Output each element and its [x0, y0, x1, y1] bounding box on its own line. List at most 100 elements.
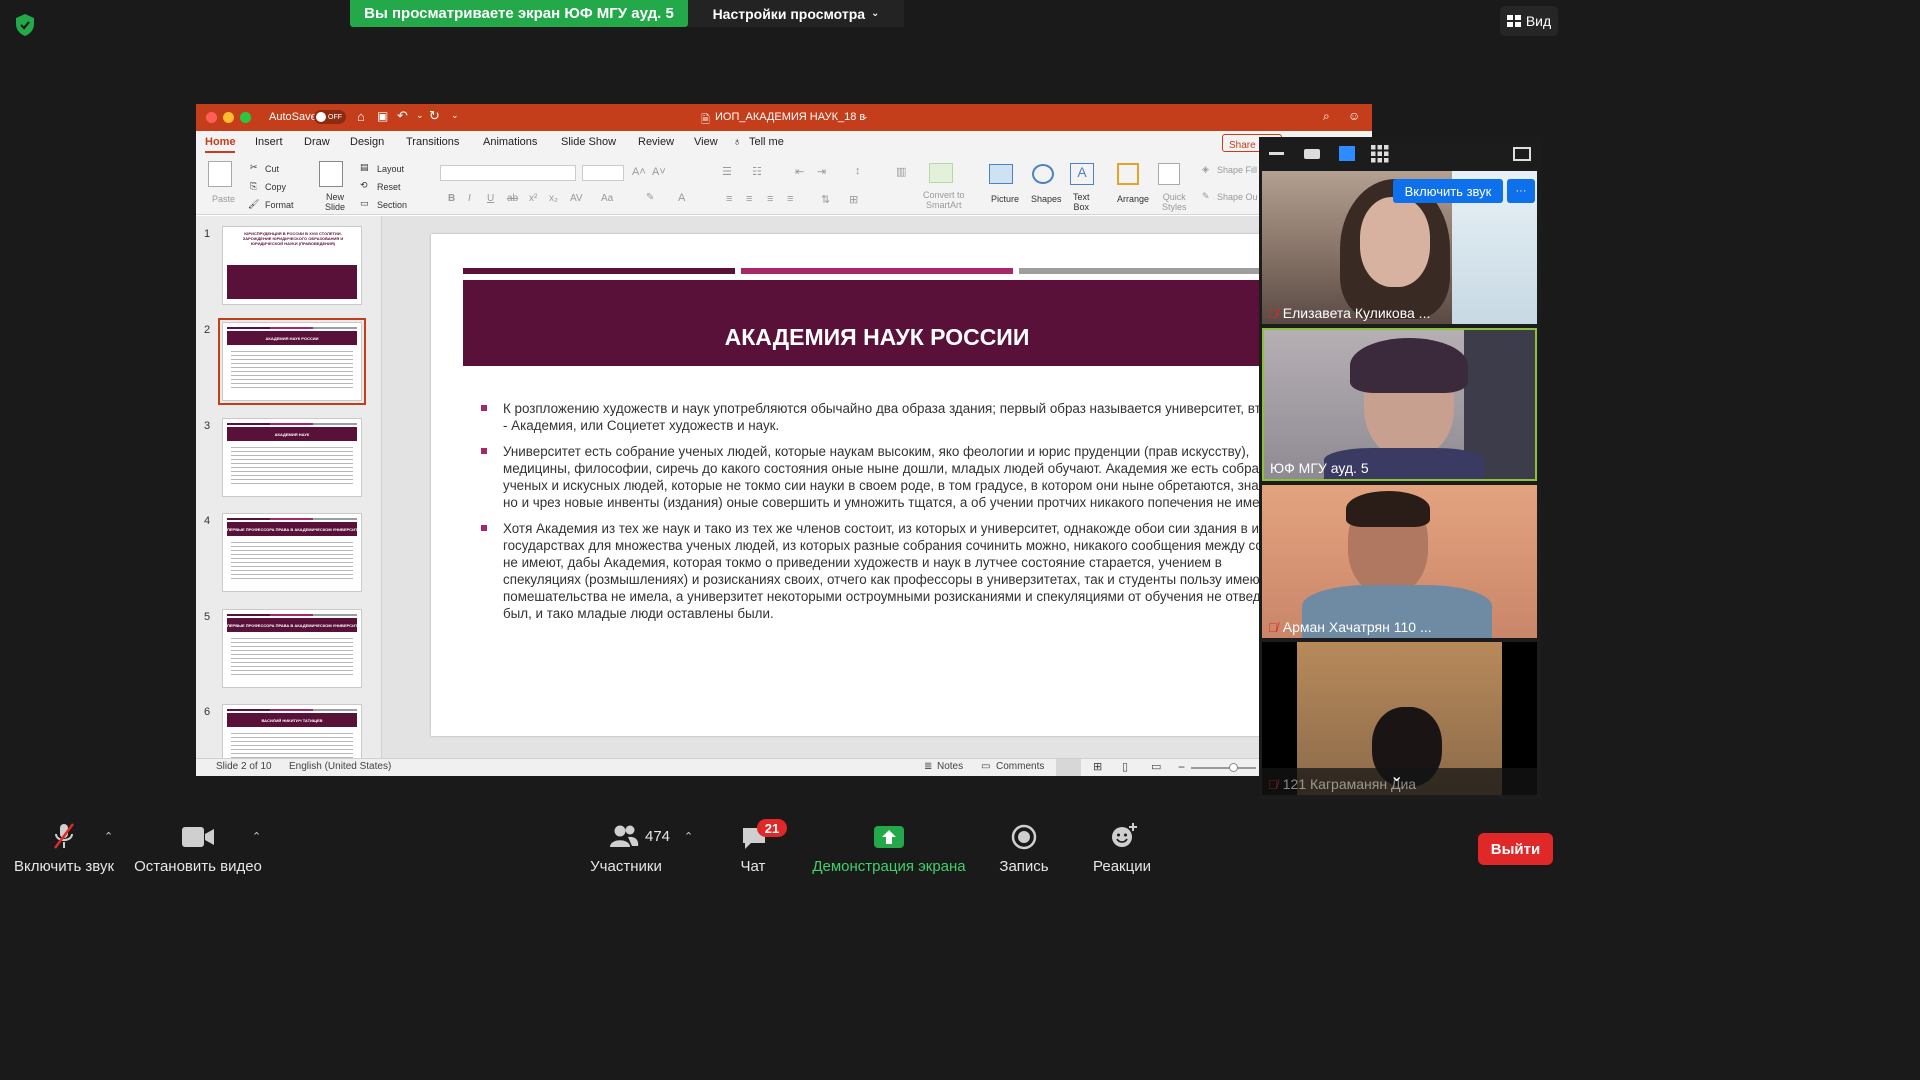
decrease-font-icon[interactable]: A˅ — [652, 166, 666, 178]
decrease-indent-icon[interactable]: ⇤ — [795, 165, 804, 178]
shapes-icon[interactable] — [1032, 164, 1054, 184]
tell-me-field[interactable]: Tell me — [749, 136, 784, 148]
font-name-field[interactable] — [440, 165, 576, 181]
char-spacing-icon[interactable]: AV — [570, 193, 583, 204]
paste-icon[interactable] — [208, 161, 232, 187]
increase-indent-icon[interactable]: ⇥ — [817, 165, 826, 178]
video-tile[interactable]: Включить звук ··· 🎙̸ Елизавета Куликова … — [1262, 171, 1537, 324]
audio-options-chevron-icon[interactable]: ⌃ — [104, 830, 113, 843]
normal-view-icon[interactable] — [1056, 759, 1081, 776]
tab-view[interactable]: View — [694, 136, 718, 148]
picture-icon[interactable] — [989, 164, 1013, 184]
account-icon[interactable]: ☺ — [1348, 109, 1360, 123]
slide-thumbnail[interactable]: ЮРИСПРУДЕНЦИЯ В РОССИИ В XVIII СТОЛЕТИИ.… — [222, 226, 362, 305]
format-painter-button[interactable]: Format — [265, 200, 294, 210]
video-tile-active-speaker[interactable]: ЮФ МГУ ауд. 5 — [1262, 328, 1537, 481]
video-options-chevron-icon[interactable]: ⌃ — [252, 830, 261, 843]
speaker-view-icon[interactable] — [1304, 149, 1320, 159]
close-window-icon[interactable] — [206, 112, 217, 123]
superscript-icon[interactable]: x² — [529, 193, 537, 204]
video-tile[interactable]: 🎙̸ 121 Каграманян Диа ⌄ — [1262, 642, 1537, 795]
reset-button[interactable]: Reset — [377, 182, 401, 192]
view-button[interactable]: Вид — [1500, 6, 1558, 36]
tab-slide-show[interactable]: Slide Show — [561, 136, 616, 148]
convert-smartart-button[interactable]: Convert to SmartArt — [923, 190, 965, 210]
layout-button[interactable]: Layout — [377, 164, 404, 174]
title-chevron-icon[interactable]: ⌄ — [861, 111, 869, 122]
bold-icon[interactable]: B — [448, 193, 455, 204]
tab-home[interactable]: Home — [205, 136, 236, 148]
slide-thumbnail-pane[interactable]: 1 ЮРИСПРУДЕНЦИЯ В РОССИИ В XVIII СТОЛЕТИИ… — [196, 216, 382, 776]
minimize-window-icon[interactable] — [223, 112, 234, 123]
slide-thumbnail[interactable]: ПЕРВЫЕ ПРОФЕССОРА ПРАВА В АКАДЕМИЧЕСКОМ … — [222, 609, 362, 688]
video-tile[interactable]: 🎙̸ Арман Хачатрян 110 ... — [1262, 485, 1537, 638]
gallery-view-icon[interactable] — [1371, 145, 1389, 163]
strikethrough-icon[interactable]: ab — [507, 193, 518, 204]
font-color-icon[interactable]: A — [678, 192, 685, 204]
comments-button[interactable]: Comments — [996, 761, 1044, 772]
share-screen-button[interactable]: Демонстрация экрана — [808, 808, 970, 882]
search-icon[interactable]: ⌕ — [1323, 109, 1330, 124]
minimize-panel-icon[interactable] — [1269, 152, 1284, 155]
tab-draw[interactable]: Draw — [304, 136, 330, 148]
arrange-button[interactable]: Arrange — [1117, 194, 1149, 204]
text-box-icon[interactable]: A — [1070, 163, 1094, 185]
save-icon[interactable]: ▣ — [377, 109, 388, 123]
reactions-button[interactable]: Реакции — [1090, 808, 1154, 882]
align-left-icon[interactable]: ≡ — [726, 193, 732, 205]
highlight-icon[interactable]: ✎ — [646, 192, 654, 203]
cut-button[interactable]: Cut — [265, 164, 279, 174]
numbering-icon[interactable]: ☷ — [752, 165, 762, 178]
shape-outline-button[interactable]: Shape Ou — [1217, 192, 1258, 202]
align-right-icon[interactable]: ≡ — [767, 193, 773, 205]
current-slide[interactable]: АКАДЕМИЯ НАУК РОССИИ К розпложению худож… — [431, 234, 1291, 736]
tab-insert[interactable]: Insert — [255, 136, 283, 148]
quick-styles-button[interactable]: Quick Styles — [1162, 192, 1187, 212]
tab-review[interactable]: Review — [638, 136, 674, 148]
notes-button[interactable]: Notes — [937, 761, 963, 772]
align-text-icon[interactable]: ⊞ — [849, 193, 858, 206]
home-icon[interactable]: ⌂ — [357, 109, 365, 124]
slide-thumbnail[interactable]: АКАДЕМИЯ НАУК — [222, 418, 362, 497]
customize-toolbar-icon[interactable]: ⌄ — [451, 110, 459, 121]
new-slide-icon[interactable] — [319, 161, 343, 187]
stop-video-button[interactable]: Остановить видео — [130, 808, 266, 882]
copy-button[interactable]: Copy — [265, 182, 286, 192]
strip-view-icon[interactable] — [1339, 146, 1355, 161]
font-size-field[interactable] — [582, 165, 624, 181]
participants-options-chevron-icon[interactable]: ⌃ — [684, 830, 693, 843]
columns-icon[interactable]: ▥ — [896, 165, 906, 178]
autosave-toggle[interactable]: OFF — [314, 110, 346, 124]
change-case-icon[interactable]: Aa — [601, 193, 613, 204]
zoom-slider-thumb[interactable] — [1229, 763, 1238, 772]
slide-thumbnail[interactable]: ПЕРВЫЕ ПРОФЕССОРА ПРАВА В АКАДЕМИЧЕСКОМ … — [222, 513, 362, 592]
increase-font-icon[interactable]: A˄ — [632, 166, 646, 178]
quick-styles-icon[interactable] — [1158, 163, 1180, 185]
justify-icon[interactable]: ≡ — [787, 193, 793, 205]
tab-transitions[interactable]: Transitions — [406, 136, 459, 148]
security-shield-icon[interactable] — [12, 12, 38, 38]
redo-icon[interactable]: ↻ — [429, 108, 440, 124]
scroll-down-chevron-icon[interactable]: ⌄ — [1390, 766, 1403, 786]
subscript-icon[interactable]: x₂ — [549, 193, 558, 204]
new-slide-button[interactable]: New Slide — [325, 192, 345, 212]
zoom-slider[interactable] — [1191, 767, 1256, 769]
more-options-button[interactable]: ··· — [1507, 179, 1535, 203]
slideshow-view-icon[interactable]: ▭ — [1151, 760, 1161, 773]
tab-animations[interactable]: Animations — [483, 136, 537, 148]
tab-design[interactable]: Design — [350, 136, 384, 148]
unmute-button[interactable]: Включить звук — [6, 808, 122, 882]
record-button[interactable]: Запись — [996, 808, 1052, 882]
reading-view-icon[interactable]: ▯ — [1122, 760, 1128, 773]
unmute-request-button[interactable]: Включить звук — [1393, 179, 1503, 203]
shape-fill-button[interactable]: Shape Fill — [1217, 165, 1257, 175]
undo-icon[interactable]: ↶ — [397, 108, 408, 124]
arrange-icon[interactable] — [1117, 163, 1139, 185]
zoom-out-icon[interactable]: − — [1178, 760, 1185, 774]
language-indicator[interactable]: English (United States) — [289, 761, 391, 772]
paste-label[interactable]: Paste — [212, 194, 235, 204]
maximize-window-icon[interactable] — [240, 112, 251, 123]
underline-icon[interactable]: U — [487, 193, 494, 204]
picture-button[interactable]: Picture — [991, 194, 1019, 204]
align-center-icon[interactable]: ≡ — [746, 193, 752, 205]
